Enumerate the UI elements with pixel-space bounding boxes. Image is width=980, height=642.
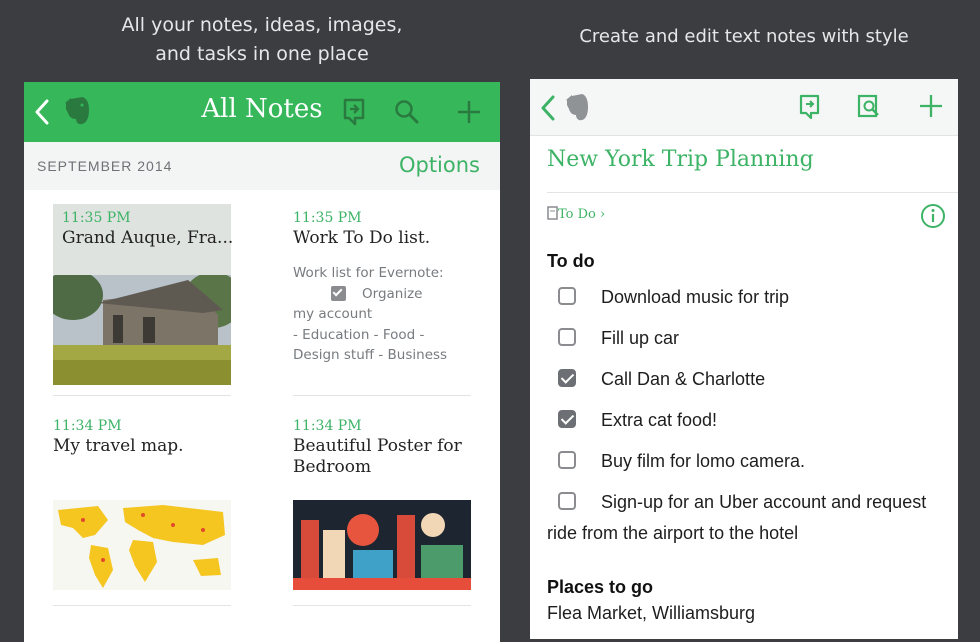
note-checklist-row: Organize	[293, 284, 473, 305]
left-caption: All your notes, ideas, images, and tasks…	[24, 11, 500, 69]
note-body-line: Design stuff - Business	[293, 347, 448, 363]
todo-checkbox-checked[interactable]	[558, 369, 576, 387]
add-icon[interactable]	[918, 93, 944, 119]
todo-checkbox[interactable]	[558, 492, 576, 510]
info-icon[interactable]	[920, 203, 946, 229]
note-body-line: Work list for Evernote:	[293, 265, 444, 281]
note-title-line2: Bedroom	[293, 457, 372, 477]
travel-map-thumbnail	[53, 500, 231, 590]
note-card-text: 11:35 PM Grand Auque, Fra...	[62, 210, 242, 249]
evernote-elephant-icon[interactable]	[564, 92, 590, 122]
note-time: 11:34 PM	[53, 418, 122, 434]
divider	[547, 192, 958, 193]
evernote-elephant-icon[interactable]	[62, 95, 92, 127]
note-time: 11:35 PM	[293, 210, 362, 226]
checklist-item-text: Organize	[362, 285, 423, 302]
todo-item-label: Buy film for lomo camera.	[601, 451, 806, 471]
todo-item-label: Download music for trip	[601, 287, 790, 307]
notebook-icon	[547, 206, 558, 220]
todo-checkbox[interactable]	[558, 328, 576, 346]
back-icon[interactable]	[34, 99, 50, 125]
section-month: SEPTEMBER 2014	[37, 158, 173, 174]
note-editor-toolbar	[530, 79, 958, 136]
todo-checkbox[interactable]	[558, 451, 576, 469]
tag-label: To Do	[558, 207, 596, 222]
all-notes-header: All Notes	[24, 82, 500, 142]
todo-checkbox[interactable]	[558, 287, 576, 305]
divider	[293, 605, 471, 606]
back-icon[interactable]	[540, 95, 556, 121]
chevron-right-icon: ›	[595, 207, 606, 222]
todo-item-label: Fill up car	[601, 328, 680, 348]
note-info-icon[interactable]	[856, 93, 882, 121]
barn-photo-thumbnail	[53, 275, 231, 385]
divider	[293, 395, 471, 396]
note-time: 11:35 PM	[62, 210, 131, 226]
poster-thumbnail	[293, 500, 471, 590]
todo-item-label-continued: ride from the airport to the hotel	[547, 523, 799, 543]
note-title: Grand Auque, Fra...	[62, 228, 234, 248]
note-body-line: my account	[293, 306, 373, 322]
sync-icon[interactable]	[798, 93, 822, 121]
note-time: 11:34 PM	[293, 418, 362, 434]
options-button[interactable]: Options	[399, 153, 480, 177]
note-card[interactable]: 11:34 PM My travel map.	[53, 418, 233, 457]
notebook-tag[interactable]: To Do ›	[547, 206, 605, 222]
note-title: Work To Do list.	[293, 228, 431, 248]
todo-item-label: Sign-up for an Uber account and request	[601, 492, 927, 512]
divider	[53, 395, 231, 396]
todo-heading: To do	[547, 251, 595, 271]
note-title[interactable]: New York Trip Planning	[547, 147, 814, 172]
right-caption: Create and edit text notes with style	[579, 26, 909, 47]
left-caption-line2: and tasks in one place	[155, 43, 369, 65]
todo-item-label: Call Dan & Charlotte	[601, 369, 766, 389]
place-item: Flea Market, Williamsburg	[547, 603, 756, 623]
note-editor-screen: New York Trip Planning To Do › To do Dow…	[530, 79, 958, 639]
checkbox-checked-icon	[331, 286, 346, 301]
sync-icon[interactable]	[341, 97, 367, 127]
add-icon[interactable]	[456, 99, 482, 125]
note-body: Work list for Evernote: Organize my acco…	[293, 263, 473, 366]
note-card[interactable]: 11:34 PM Beautiful Poster for Bedroom	[293, 418, 473, 478]
search-icon[interactable]	[394, 99, 420, 125]
todo-checkbox-checked[interactable]	[558, 410, 576, 428]
all-notes-screen: All Notes SEPTEMBER 2014 Options 11:35 P…	[24, 82, 500, 642]
page-title: All Notes	[201, 94, 323, 124]
note-title: Beautiful Poster for	[293, 436, 462, 456]
notes-section-bar: SEPTEMBER 2014 Options	[24, 142, 500, 190]
note-body-line: - Education - Food -	[293, 326, 425, 343]
note-card[interactable]: 11:35 PM Work To Do list. Work list for …	[293, 210, 473, 366]
places-heading: Places to go	[547, 577, 654, 597]
left-caption-line1: All your notes, ideas, images,	[121, 14, 403, 36]
note-title: My travel map.	[53, 436, 184, 456]
todo-item-label: Extra cat food!	[601, 410, 718, 430]
divider	[53, 605, 231, 606]
